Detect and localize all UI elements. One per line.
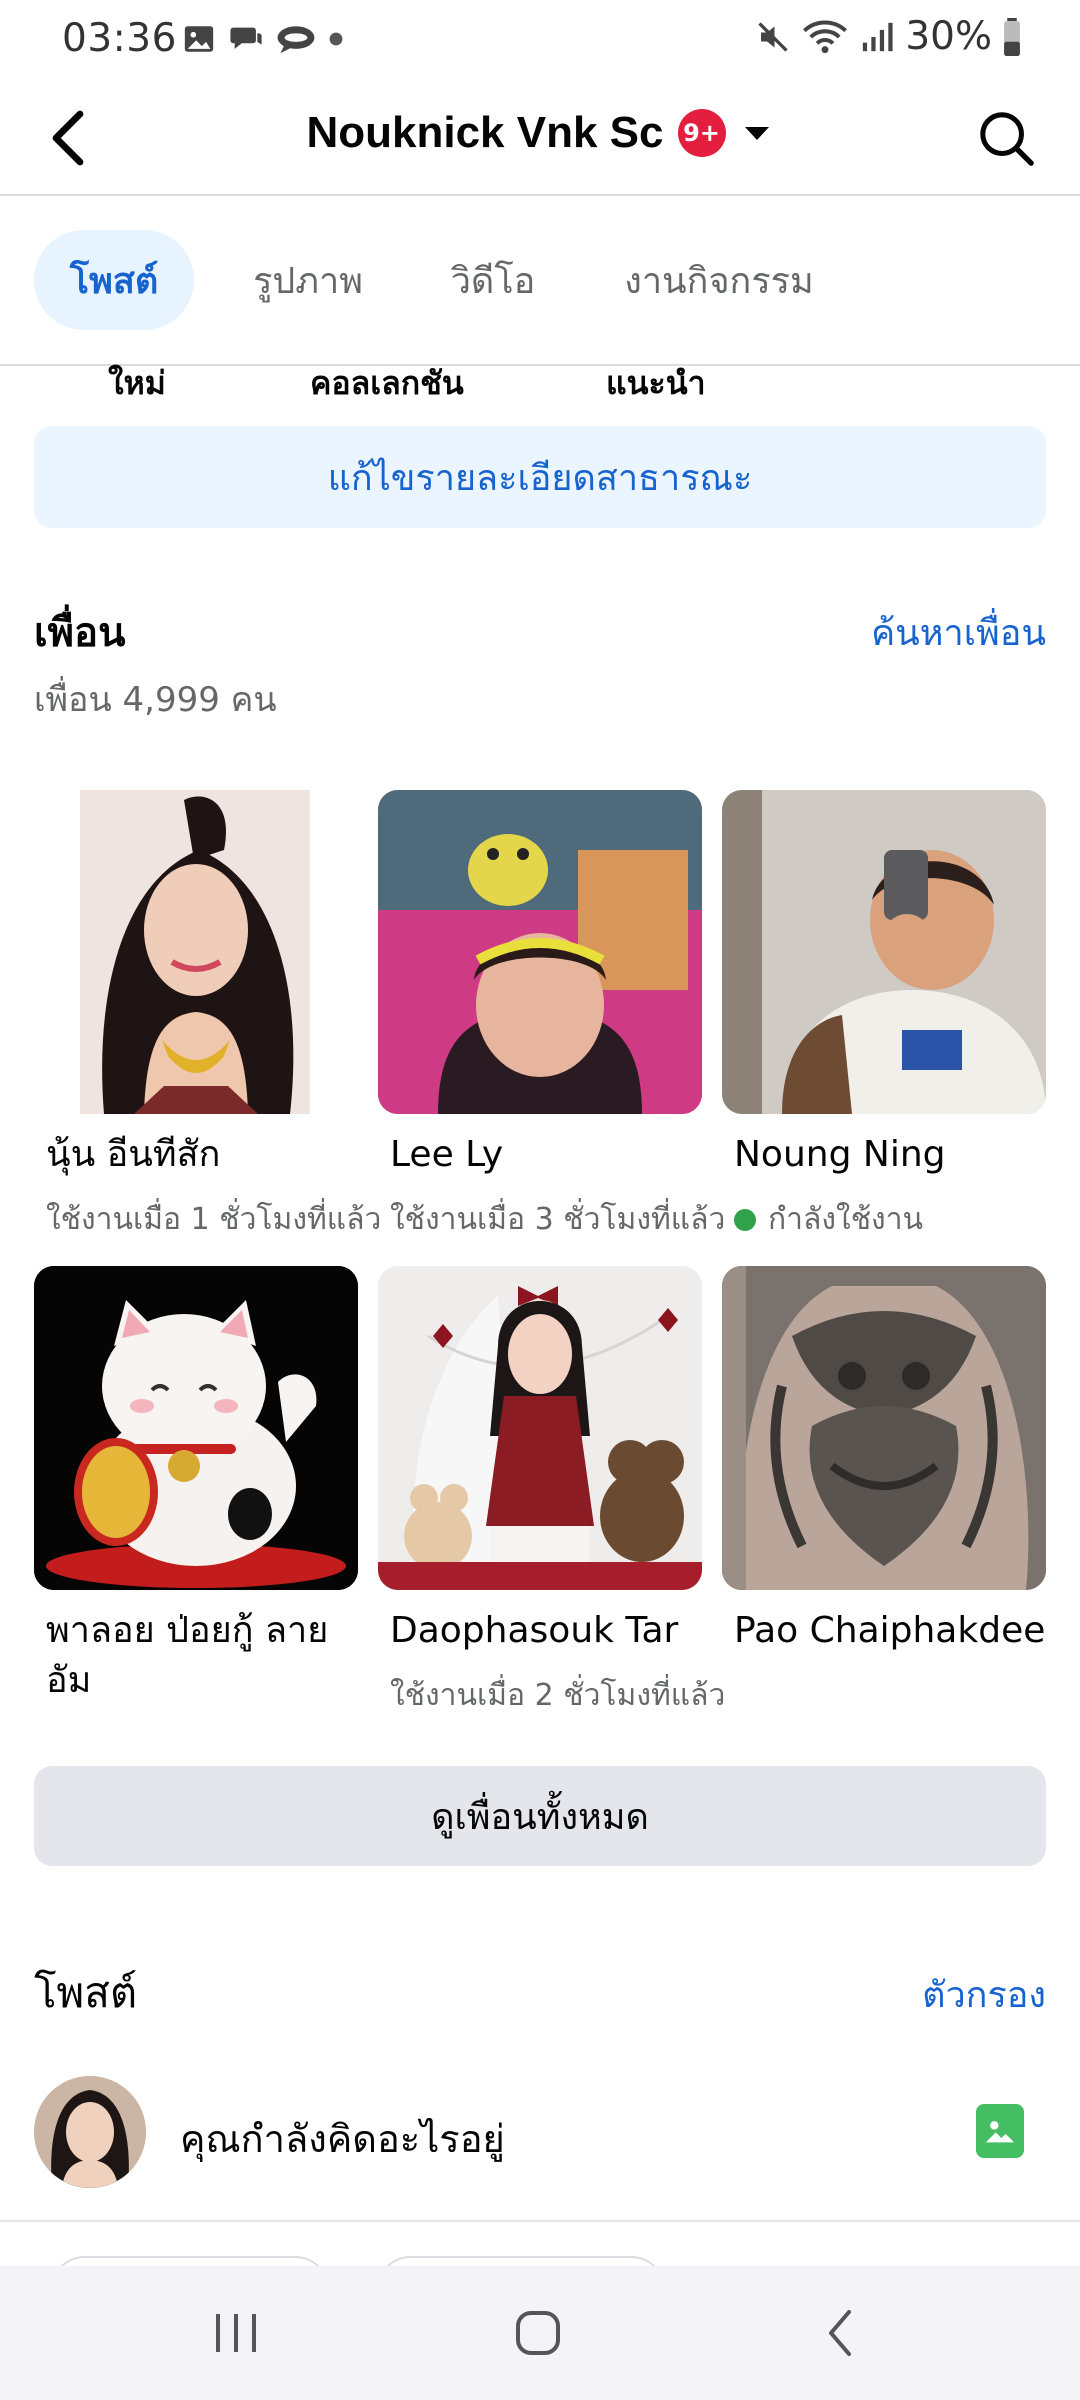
friend-name[interactable]: Daophasouk Tar — [390, 1606, 678, 1656]
tab-events[interactable]: งานกิจกรรม — [596, 230, 842, 330]
posts-filter-link[interactable]: ตัวกรอง — [922, 1966, 1046, 2023]
post-composer[interactable]: คุณกำลังคิดอะไรอยู่ — [0, 2068, 1080, 2196]
scrolled-content-row: ใหม่ คอลเลกชัน แนะนำ — [0, 362, 1080, 396]
friend-activity-status: กำลังใช้งาน — [734, 1196, 923, 1243]
system-back-icon — [829, 2310, 851, 2356]
sub-label-recommended: แนะนำ — [606, 364, 706, 396]
sub-label-new: ใหม่ — [108, 364, 166, 396]
friend-name[interactable]: Noung Ning — [734, 1130, 945, 1180]
status-time: 03:36 — [62, 16, 177, 61]
profile-page: 03:36 30% Nouknick Vnk Sc 9+ โพสต์ รูปภา… — [0, 0, 1080, 2400]
friend-card[interactable] — [378, 790, 702, 1114]
avatar[interactable] — [34, 2076, 146, 2188]
online-indicator — [734, 1209, 756, 1231]
friend-photo — [378, 1266, 702, 1590]
posts-title: โพสต์ — [34, 1968, 138, 2017]
mute-icon — [758, 21, 788, 52]
recent-apps-icon — [216, 2314, 256, 2352]
home-button[interactable] — [488, 2296, 588, 2370]
friend-card[interactable] — [34, 1266, 358, 1590]
profile-tabs: โพสต์ รูปภาพ วิดีโอ งานกิจกรรม — [0, 198, 1080, 366]
friend-photo — [34, 1266, 358, 1590]
messenger-notification-icon — [277, 26, 315, 54]
friend-activity-status: ใช้งานเมื่อ 1 ชั่วโมงที่แล้ว — [46, 1202, 382, 1237]
friend-photo — [34, 790, 358, 1114]
tab-posts[interactable]: โพสต์ — [34, 230, 194, 330]
composer-placeholder[interactable]: คุณกำลังคิดอะไรอยู่ — [180, 2108, 505, 2169]
friends-title: เพื่อน — [34, 610, 126, 656]
search-button[interactable] — [972, 104, 1040, 172]
gallery-notification-icon — [184, 26, 214, 52]
recent-apps-button[interactable] — [186, 2296, 286, 2370]
friend-card[interactable] — [34, 790, 358, 1114]
header: Nouknick Vnk Sc 9+ — [0, 80, 1080, 196]
friend-name[interactable]: พาลอย ป่อยกู้ ลายอัม — [46, 1606, 346, 1706]
chat-notification-icon — [230, 27, 262, 49]
battery-percent: 30% — [905, 14, 992, 59]
friend-status-text: กำลังใช้งาน — [768, 1202, 924, 1237]
friend-activity-status: ใช้งานเมื่อ 3 ชั่วโมงที่แล้ว — [390, 1202, 726, 1237]
tab-photos[interactable]: รูปภาพ — [218, 230, 398, 330]
find-friends-link[interactable]: ค้นหาเพื่อน — [871, 604, 1046, 661]
system-navigation-bar — [0, 2266, 1080, 2400]
signal-icon — [863, 22, 893, 51]
friend-activity-status: ใช้งานเมื่อ 2 ชั่วโมงที่แล้ว — [390, 1678, 726, 1713]
friend-card[interactable] — [722, 790, 1046, 1114]
home-icon — [516, 2311, 560, 2355]
notification-badge: 9+ — [677, 109, 726, 157]
tab-videos[interactable]: วิดีโอ — [418, 230, 568, 330]
friends-count: เพื่อน 4,999 คน — [34, 680, 277, 720]
page-title: Nouknick Vnk Sc — [306, 108, 664, 157]
divider — [0, 2220, 1080, 2222]
friend-name[interactable]: Pao Chaiphakdee — [734, 1606, 1045, 1656]
status-bar: 03:36 30% — [0, 0, 1080, 80]
sub-label-collections: คอลเลกชัน — [310, 364, 464, 396]
friend-card[interactable] — [378, 1266, 702, 1590]
wifi-icon — [803, 20, 848, 53]
edit-public-details-button[interactable]: แก้ไขรายละเอียดสาธารณะ — [34, 426, 1046, 528]
friend-photo — [722, 790, 1046, 1114]
friend-card[interactable] — [722, 1266, 1046, 1590]
friend-name[interactable]: นุ้น อีนทีสัก — [46, 1130, 220, 1180]
profile-switcher[interactable]: Nouknick Vnk Sc 9+ — [0, 108, 1080, 158]
notification-icons — [182, 22, 344, 56]
search-icon — [980, 112, 1034, 166]
more-notifications-dot-icon — [329, 32, 343, 46]
system-back-button[interactable] — [790, 2296, 890, 2370]
friend-photo — [722, 1266, 1046, 1590]
caret-down-icon — [740, 116, 774, 150]
photo-icon[interactable] — [976, 2104, 1024, 2158]
see-all-friends-button[interactable]: ดูเพื่อนทั้งหมด — [34, 1766, 1046, 1866]
friend-photo — [378, 790, 702, 1114]
battery-icon — [1004, 17, 1020, 56]
status-right: 30% — [755, 14, 1022, 59]
friend-name[interactable]: Lee Ly — [390, 1130, 503, 1180]
